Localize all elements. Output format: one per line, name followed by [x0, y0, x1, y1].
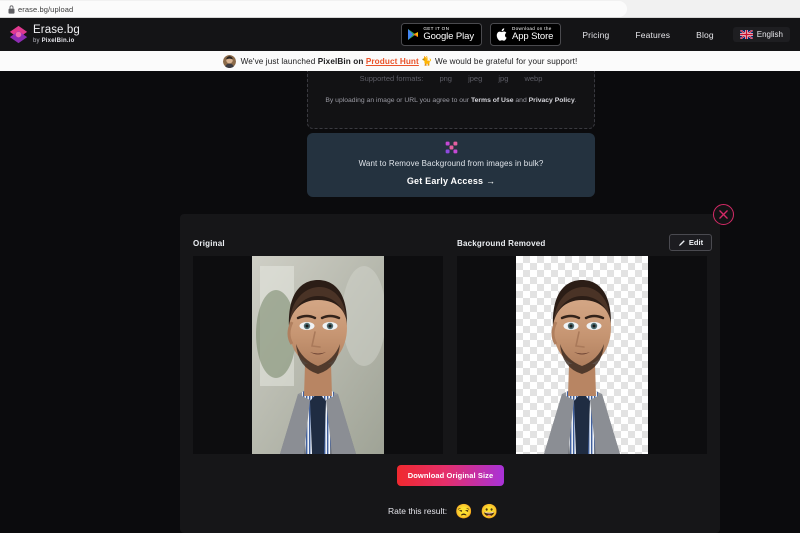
- original-image-frame: [193, 256, 443, 454]
- site-header: Erase.bg by PixelBin.io GET IT ON Google…: [0, 18, 800, 51]
- ph-text-after: We would be grateful for your support!: [434, 56, 578, 66]
- google-play-bottom: Google Play: [423, 30, 474, 42]
- apple-icon: [496, 27, 507, 41]
- brand-name: Erase.bg: [33, 24, 80, 37]
- google-play-text: GET IT ON Google Play: [423, 26, 474, 42]
- privacy-policy-link[interactable]: Privacy Policy: [529, 97, 575, 104]
- language-selector[interactable]: English: [732, 27, 790, 42]
- rate-positive-button[interactable]: 😀: [481, 504, 498, 518]
- browser-chrome: erase.bg/upload: [0, 0, 800, 18]
- app-store-badge[interactable]: Download on the App Store: [489, 23, 562, 46]
- nav-link-blog[interactable]: Blog: [683, 30, 727, 40]
- ph-text-bold: PixelBin on: [317, 56, 366, 66]
- user-avatar-icon: [222, 54, 236, 68]
- bulk-early-access-card[interactable]: Want to Remove Background from images in…: [307, 133, 595, 197]
- pencil-icon: [678, 239, 685, 246]
- lock-icon: [8, 5, 15, 14]
- background-removed-image-frame: [457, 256, 707, 454]
- brand-sub-prefix: by: [33, 37, 42, 44]
- erasebg-logo-icon: [9, 25, 28, 44]
- nav-link-pricing[interactable]: Pricing: [569, 30, 622, 40]
- get-early-access-link[interactable]: Get Early Access →: [307, 176, 595, 186]
- terms-and: and: [513, 97, 529, 104]
- nav-link-features[interactable]: Features: [622, 30, 683, 40]
- header-nav: GET IT ON Google Play Download on the Ap…: [401, 18, 796, 51]
- brand-logo-link[interactable]: Erase.bg by PixelBin.io: [9, 25, 80, 44]
- language-label: English: [756, 30, 783, 39]
- google-play-badge[interactable]: GET IT ON Google Play: [401, 23, 482, 46]
- rating-row: Rate this result: 😒 😀: [388, 504, 498, 518]
- google-play-icon: [408, 29, 419, 40]
- download-original-size-button[interactable]: Download Original Size: [397, 465, 504, 486]
- formats-label: Supported formats:: [359, 74, 424, 83]
- pixelbin-x-icon: [445, 141, 457, 154]
- terms-of-use-link[interactable]: Terms of Use: [471, 97, 514, 104]
- close-result-button[interactable]: [713, 204, 734, 225]
- url-text: erase.bg/upload: [18, 4, 74, 14]
- browser-chrome-filler-right: [772, 0, 800, 17]
- supported-formats: Supported formats: png jpeg jpg webp: [308, 74, 594, 83]
- rate-negative-button[interactable]: 😒: [455, 504, 472, 518]
- url-bar[interactable]: erase.bg/upload: [0, 1, 627, 17]
- original-label: Original: [193, 239, 225, 248]
- rating-label: Rate this result:: [388, 506, 448, 516]
- close-icon: [719, 210, 728, 219]
- format-png: png: [439, 74, 452, 83]
- terms-period: .: [574, 97, 577, 104]
- brand-subtitle: by PixelBin.io: [33, 38, 80, 44]
- ph-text-before: We've just launched: [240, 56, 318, 66]
- edit-button-label: Edit: [688, 238, 704, 247]
- original-portrait-photo: [252, 256, 384, 454]
- app-store-text: Download on the App Store: [511, 26, 554, 42]
- original-photo-wrap: [252, 256, 384, 454]
- cutout-photo-wrap: [516, 256, 648, 454]
- product-hunt-link[interactable]: Product Hunt: [366, 57, 419, 66]
- product-hunt-banner[interactable]: We've just launched PixelBin on Product …: [0, 51, 800, 71]
- terms-prefix: By uploading an image or URL you agree t…: [325, 97, 471, 104]
- format-jpg: jpg: [498, 74, 509, 83]
- producthunt-cat-icon: 🐈: [421, 55, 433, 66]
- uk-flag-icon: [739, 30, 753, 39]
- browser-chrome-filler-left: [630, 0, 770, 17]
- product-hunt-banner-text: We've just launched PixelBin on Product …: [241, 56, 578, 67]
- page-canvas: or drop image anywhere Supported formats…: [0, 18, 800, 533]
- bulk-card-title: Want to Remove Background from images in…: [358, 159, 544, 168]
- format-webp: webp: [524, 74, 543, 83]
- app-store-bottom: App Store: [511, 30, 554, 42]
- background-removed-label: Background Removed: [457, 239, 546, 248]
- terms-notice: By uploading an image or URL you agree t…: [308, 97, 594, 104]
- cutout-portrait-photo: [544, 280, 620, 454]
- brand-sub-name: PixelBin.io: [41, 37, 75, 44]
- format-jpeg: jpeg: [468, 74, 483, 83]
- brand-text: Erase.bg by PixelBin.io: [33, 25, 80, 44]
- edit-button[interactable]: Edit: [669, 234, 712, 251]
- download-button-label: Download Original Size: [407, 471, 494, 480]
